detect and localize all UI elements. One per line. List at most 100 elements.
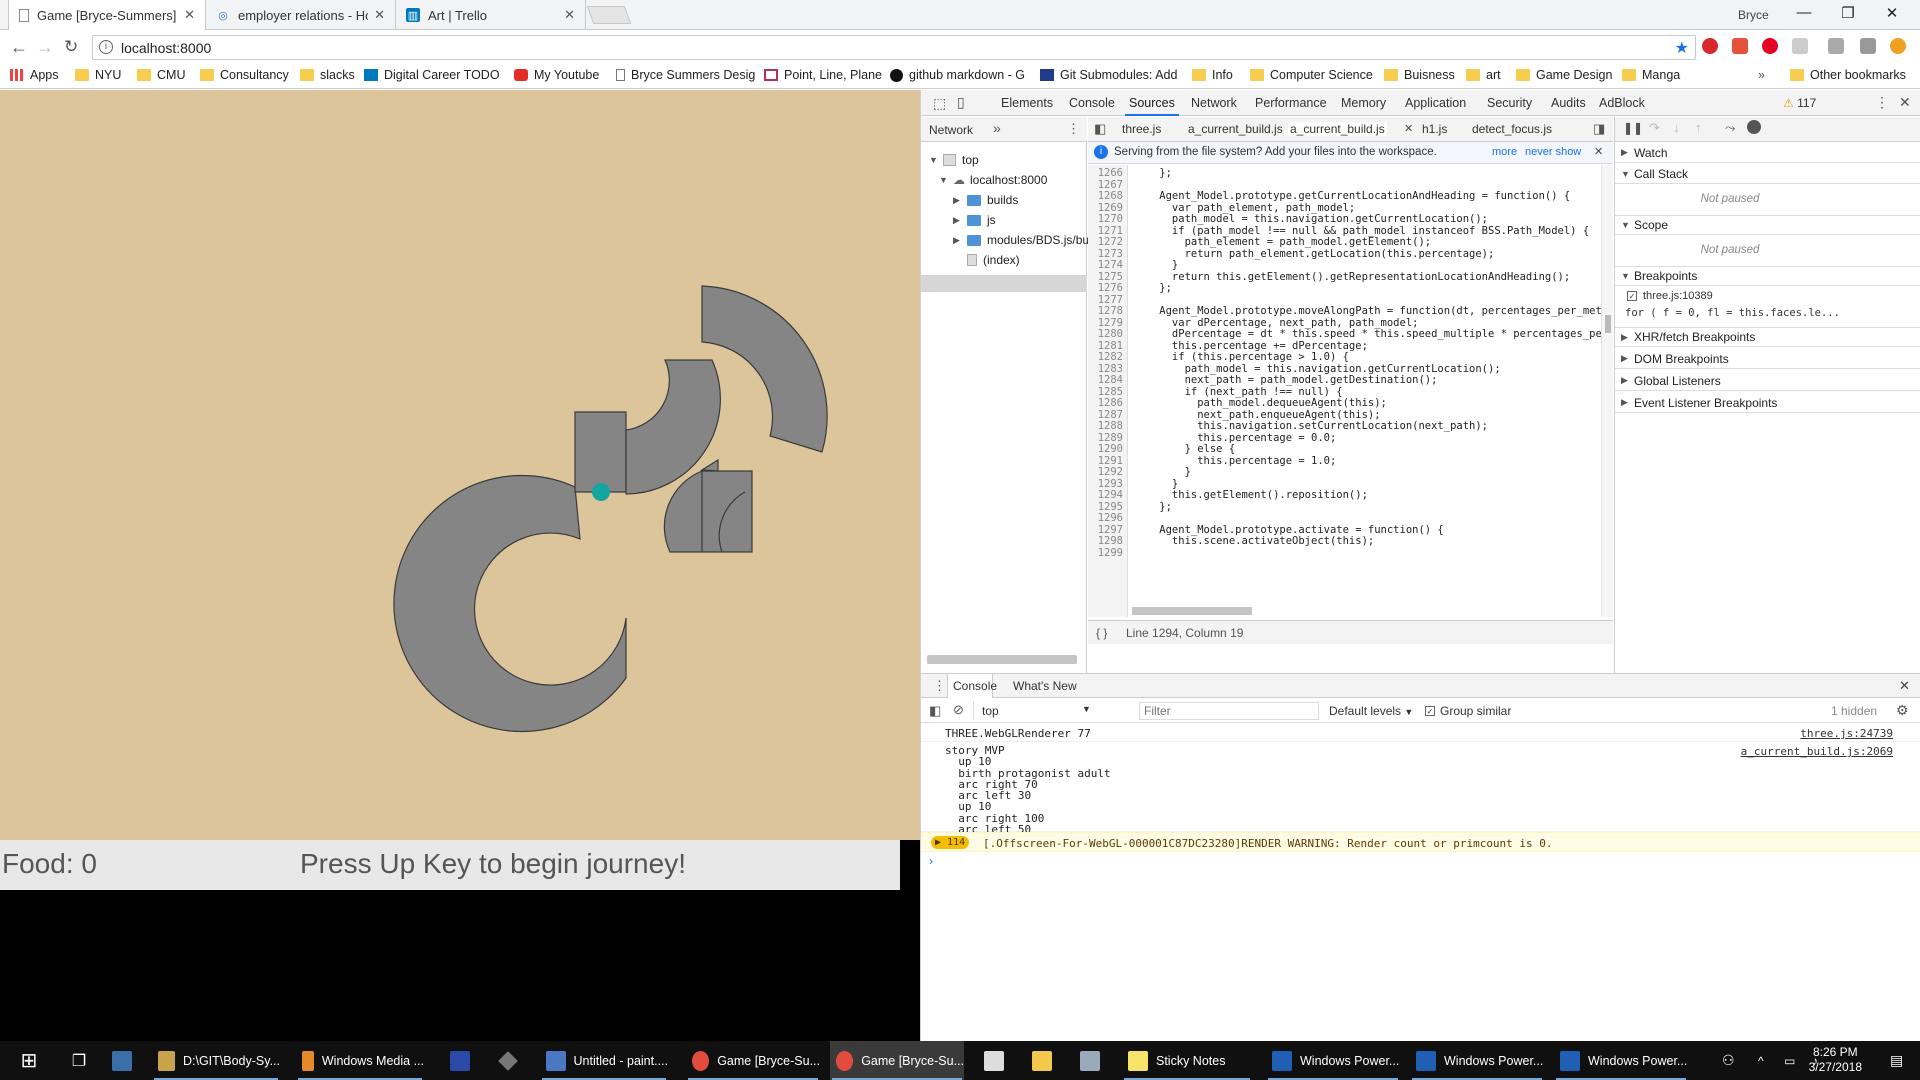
vertical-scrollbar[interactable] — [1601, 165, 1613, 617]
show-hidden-icons[interactable]: ^ — [1752, 1041, 1774, 1080]
file-tab[interactable]: a_current_build.js — [1188, 122, 1283, 136]
tab-performance[interactable]: Performance — [1255, 96, 1327, 110]
line-number[interactable]: 1288 — [1098, 420, 1123, 432]
tree-folder-modules[interactable]: ▶ modules/BDS.js/bui — [953, 233, 1092, 247]
tab-audits[interactable]: Audits — [1551, 96, 1586, 110]
line-number[interactable]: 1279 — [1098, 317, 1123, 329]
taskbar-item-active[interactable]: Game [Bryce-Su... — [830, 1041, 964, 1080]
line-number[interactable]: 1282 — [1098, 351, 1123, 363]
extension-icon[interactable] — [1732, 38, 1748, 54]
address-bar[interactable]: i localhost:8000 ★ — [92, 35, 1696, 60]
people-icon[interactable]: ⚇ — [1716, 1041, 1744, 1080]
file-tab[interactable]: three.js — [1122, 122, 1161, 136]
line-number[interactable]: 1267 — [1098, 179, 1123, 191]
line-number[interactable]: 1299 — [1098, 547, 1123, 559]
bookmark-github[interactable]: github markdown - G — [890, 68, 1025, 82]
drawer-menu-icon[interactable]: ⋮ — [933, 678, 946, 694]
console-filter-input[interactable] — [1139, 702, 1319, 720]
line-number[interactable]: 1278 — [1098, 305, 1123, 317]
global-listeners-section[interactable]: ▶ Global Listeners — [1615, 371, 1920, 391]
app-icon[interactable] — [1074, 1041, 1114, 1080]
line-number[interactable]: 1294 — [1098, 489, 1123, 501]
step-into-icon[interactable]: ↓ — [1673, 120, 1680, 135]
pause-on-exceptions-icon[interactable] — [1747, 120, 1761, 134]
line-gutter[interactable]: 1266 1267 1268 1269 1270 1271 1272 1273 1274 1275… — [1088, 165, 1128, 617]
bookmark-folder[interactable]: slacks — [300, 68, 355, 82]
line-number[interactable]: 1276 — [1098, 282, 1123, 294]
line-number[interactable]: 1272 — [1098, 236, 1123, 248]
bookmark-folder[interactable]: NYU — [75, 68, 121, 82]
bookmarks-overflow-icon[interactable]: » — [1758, 68, 1765, 82]
line-number[interactable]: 1283 — [1098, 363, 1123, 375]
bookmark-folder[interactable]: Game Design — [1516, 68, 1612, 82]
clear-console-icon[interactable]: ⊘ — [953, 702, 964, 718]
restore-icon[interactable]: ❐ — [1826, 4, 1870, 22]
group-similar-toggle[interactable]: ✓ Group similar — [1425, 704, 1511, 718]
drawer-tab-console[interactable]: Console — [953, 679, 997, 693]
tree-host[interactable]: ▼ ☁ localhost:8000 — [939, 173, 1047, 187]
battery-icon[interactable]: ▭ — [1778, 1041, 1802, 1080]
toggle-navigator-icon[interactable]: ◧ — [1094, 121, 1106, 137]
line-number[interactable]: 1280 — [1098, 328, 1123, 340]
bookmark-folder[interactable]: CMU — [137, 68, 185, 82]
source-link[interactable]: a_current_build.js:2069 — [1741, 745, 1893, 758]
back-arrow-icon[interactable]: ← — [10, 37, 28, 58]
line-number[interactable]: 1298 — [1098, 535, 1123, 547]
line-number[interactable]: 1296 — [1098, 512, 1123, 524]
taskbar-item[interactable]: Windows Power... — [1266, 1041, 1400, 1080]
source-link[interactable]: three.js:24739 — [1800, 727, 1893, 740]
device-toolbar-icon[interactable]: ▯ — [957, 94, 965, 111]
line-number[interactable]: 1274 — [1098, 259, 1123, 271]
dom-breakpoints-section[interactable]: ▶ DOM Breakpoints — [1615, 349, 1920, 369]
file-tab-active[interactable]: a_current_build.js — [1288, 122, 1387, 136]
more-options-icon[interactable]: ⋮ — [1875, 94, 1889, 111]
line-number[interactable]: 1271 — [1098, 225, 1123, 237]
line-number[interactable]: 1293 — [1098, 478, 1123, 490]
extension-icon[interactable] — [1890, 38, 1906, 54]
breakpoints-section[interactable]: ▼ Breakpoints — [1615, 266, 1920, 286]
bookmark-folder[interactable]: Buisness — [1384, 68, 1455, 82]
game-canvas[interactable] — [0, 90, 920, 840]
taskbar-item[interactable]: Untitled - paint.... — [540, 1041, 668, 1080]
taskbar-item[interactable]: Sticky Notes — [1122, 1041, 1252, 1080]
line-number[interactable]: 1289 — [1098, 432, 1123, 444]
callstack-section[interactable]: ▼ Call Stack — [1615, 164, 1920, 184]
sidebar-toggle-icon[interactable]: ◧ — [929, 703, 941, 719]
extension-icon[interactable] — [1828, 38, 1844, 54]
extension-icon[interactable] — [1860, 38, 1876, 54]
browser-tab-employer[interactable]: ◎ employer relations - How ✕ — [206, 0, 396, 30]
pause-icon[interactable]: ❚❚ — [1623, 121, 1643, 135]
close-drawer-icon[interactable]: ✕ — [1899, 678, 1910, 694]
tab-application[interactable]: Application — [1405, 96, 1466, 110]
bookmark-folder[interactable]: Computer Science — [1250, 68, 1373, 82]
line-number[interactable]: 1291 — [1098, 455, 1123, 467]
warning-badge[interactable]: ⚠ 117 — [1783, 96, 1816, 110]
console-prompt-icon[interactable]: › — [929, 854, 933, 868]
taskbar-item[interactable]: Windows Power... — [1554, 1041, 1688, 1080]
browser-tab-game[interactable]: Game [Bryce-Summers] ✕ — [8, 0, 206, 30]
close-tab-icon[interactable]: ✕ — [374, 7, 385, 23]
tree-folder-builds[interactable]: ▶ builds — [953, 193, 1018, 207]
menu-icon[interactable]: ⋮ — [1067, 121, 1080, 137]
line-number[interactable]: 1297 — [1098, 524, 1123, 536]
system-clock[interactable]: 8:26 PM 3/27/2018 — [1809, 1045, 1862, 1075]
line-number[interactable]: 1286 — [1098, 397, 1123, 409]
close-tab-icon[interactable]: ✕ — [564, 7, 575, 23]
step-over-icon[interactable]: ↷ — [1649, 120, 1660, 136]
line-number[interactable]: 1269 — [1098, 202, 1123, 214]
checkbox-icon[interactable]: ✓ — [1425, 706, 1435, 716]
app-icon[interactable] — [492, 1041, 532, 1080]
minimize-icon[interactable]: — — [1782, 4, 1826, 21]
tree-file-index[interactable]: (index) — [967, 253, 1020, 267]
context-selector[interactable]: top ▼ — [973, 701, 1093, 720]
bookmark-page[interactable]: Bryce Summers Desig — [616, 68, 755, 82]
bookmark-folder[interactable]: art — [1466, 68, 1501, 82]
infobar-more-link[interactable]: more — [1492, 146, 1517, 158]
drawer-tab-whats-new[interactable]: What's New — [1013, 679, 1077, 693]
code-editor[interactable]: i Serving from the file system? Add your… — [1088, 142, 1613, 691]
step-out-icon[interactable]: ↑ — [1695, 120, 1702, 135]
line-number[interactable]: 1290 — [1098, 443, 1123, 455]
code-area[interactable]: 1266 1267 1268 1269 1270 1271 1272 1273 1274 1275… — [1088, 165, 1613, 617]
opera-extension-icon[interactable] — [1702, 38, 1718, 54]
bookmark-folder[interactable]: Manga — [1622, 68, 1680, 82]
